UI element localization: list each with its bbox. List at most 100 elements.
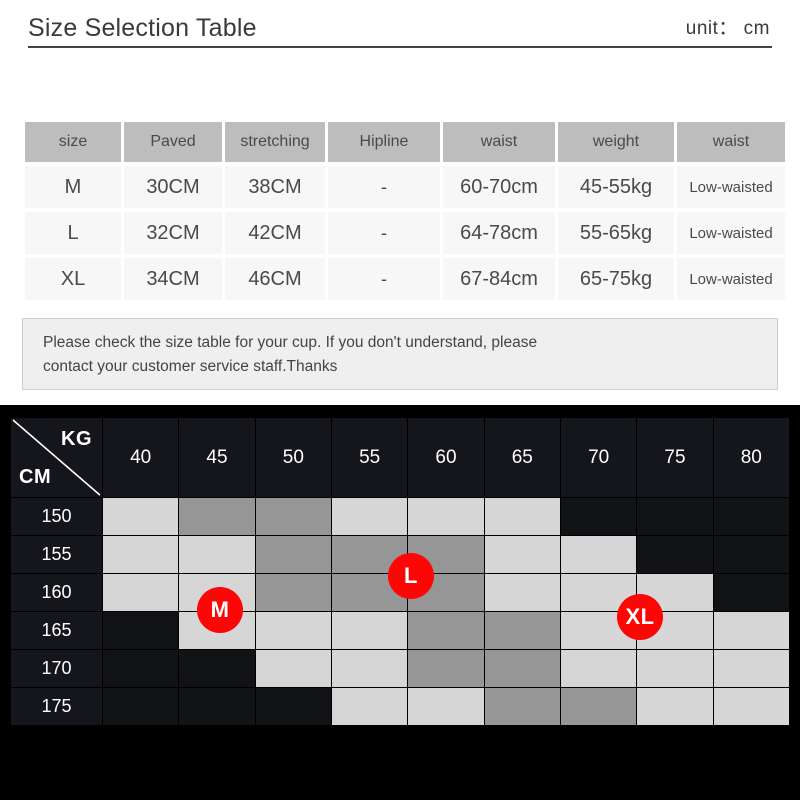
matrix-weight-header-75: 75 [636, 417, 714, 498]
cell-hipline: - [328, 212, 440, 254]
column-header-stretching: stretching [225, 122, 325, 162]
matrix-cell-165-55[interactable] [330, 611, 409, 650]
note-box: Please check the size table for your cup… [22, 318, 778, 390]
table-row: L 32CM 42CM - 64-78cm 55-65kg Low-waiste… [25, 212, 785, 254]
matrix-cell-170-40[interactable] [101, 649, 180, 688]
matrix-weight-header-40: 40 [101, 417, 180, 498]
matrix-weight-header-50: 50 [254, 417, 332, 498]
table-row: XL 34CM 46CM - 67-84cm 65-75kg Low-waist… [25, 258, 785, 300]
matrix-cell-150-65[interactable] [483, 497, 561, 536]
matrix-cell-160-50[interactable] [254, 573, 332, 612]
matrix-weight-header-45: 45 [178, 417, 256, 498]
matrix-height-label-155: 155 [10, 535, 103, 574]
cell-weight: 65-75kg [558, 258, 674, 300]
cell-paved: 30CM [124, 166, 222, 208]
matrix-cell-155-65[interactable] [483, 535, 561, 574]
matrix-weight-header-60: 60 [407, 417, 485, 498]
matrix-cell-160-40[interactable] [101, 573, 180, 612]
cell-waist-type: Low-waisted [677, 258, 785, 300]
table-row: M 30CM 38CM - 60-70cm 45-55kg Low-waiste… [25, 166, 785, 208]
matrix-cell-160-65[interactable] [483, 573, 561, 612]
matrix-height-label-165: 165 [10, 611, 103, 650]
matrix-cell-150-50[interactable] [254, 497, 332, 536]
cell-waist-type: Low-waisted [677, 166, 785, 208]
matrix-weight-header-80: 80 [712, 417, 791, 498]
matrix-cell-165-60[interactable] [407, 611, 485, 650]
cell-waist: 67-84cm [443, 258, 555, 300]
matrix-row: 175 [10, 687, 791, 726]
size-badge-m[interactable]: M [197, 587, 243, 633]
matrix-cell-170-50[interactable] [254, 649, 332, 688]
cell-stretching: 38CM [225, 166, 325, 208]
matrix-cell-170-70[interactable] [559, 649, 638, 688]
cell-size: M [25, 166, 121, 208]
size-badge-xl[interactable]: XL [617, 594, 663, 640]
cell-stretching: 46CM [225, 258, 325, 300]
matrix-cell-155-70[interactable] [559, 535, 638, 574]
column-header-size: size [25, 122, 121, 162]
size-panel: Size Selection Table unit： cm size Paved… [0, 0, 800, 405]
cell-stretching: 42CM [225, 212, 325, 254]
matrix-cell-155-45[interactable] [178, 535, 256, 574]
diagonal-slash-icon [12, 419, 101, 496]
column-header-paved: Paved [124, 122, 222, 162]
matrix-row: 165 [10, 611, 791, 650]
matrix-cell-155-50[interactable] [254, 535, 332, 574]
matrix-cell-175-75[interactable] [636, 687, 714, 726]
matrix-height-label-175: 175 [10, 687, 103, 726]
matrix-cell-175-70[interactable] [559, 687, 638, 726]
cell-weight: 45-55kg [558, 166, 674, 208]
matrix-cell-170-75[interactable] [636, 649, 714, 688]
matrix-cell-150-55[interactable] [330, 497, 409, 536]
matrix-cell-175-55[interactable] [330, 687, 409, 726]
matrix-cell-155-75[interactable] [636, 535, 714, 574]
matrix-cell-150-40[interactable] [101, 497, 180, 536]
matrix-cell-175-65[interactable] [483, 687, 561, 726]
matrix-cell-170-55[interactable] [330, 649, 409, 688]
matrix-cell-175-45[interactable] [178, 687, 256, 726]
matrix-cell-175-40[interactable] [101, 687, 180, 726]
cell-hipline: - [328, 258, 440, 300]
matrix-weight-header-65: 65 [483, 417, 561, 498]
cell-paved: 34CM [124, 258, 222, 300]
matrix-cell-150-80[interactable] [712, 497, 791, 536]
cell-paved: 32CM [124, 212, 222, 254]
matrix-cell-155-40[interactable] [101, 535, 180, 574]
cell-waist: 60-70cm [443, 166, 555, 208]
cell-hipline: - [328, 166, 440, 208]
matrix-height-label-150: 150 [10, 497, 103, 536]
page-title: Size Selection Table [28, 13, 257, 42]
matrix-weight-header-55: 55 [330, 417, 409, 498]
matrix-cell-155-80[interactable] [712, 535, 791, 574]
matrix-cell-150-45[interactable] [178, 497, 256, 536]
matrix-cell-175-60[interactable] [407, 687, 485, 726]
matrix-header-row: KG CM 40 45 50 55 60 65 70 75 80 [10, 417, 791, 498]
cell-waist: 64-78cm [443, 212, 555, 254]
cell-size: L [25, 212, 121, 254]
matrix-cell-165-50[interactable] [254, 611, 332, 650]
matrix-height-label-160: 160 [10, 573, 103, 612]
size-badge-l[interactable]: L [388, 553, 434, 599]
matrix-corner-cell: KG CM [10, 417, 103, 498]
title-row: Size Selection Table unit： cm [28, 0, 772, 48]
matrix-cell-150-75[interactable] [636, 497, 714, 536]
matrix-cell-170-60[interactable] [407, 649, 485, 688]
matrix-cell-175-50[interactable] [254, 687, 332, 726]
note-line-1: Please check the size table for your cup… [43, 334, 538, 351]
matrix-cell-170-45[interactable] [178, 649, 256, 688]
matrix-cell-160-80[interactable] [712, 573, 791, 612]
cell-weight: 55-65kg [558, 212, 674, 254]
matrix-cell-170-80[interactable] [712, 649, 791, 688]
matrix-cell-150-70[interactable] [559, 497, 638, 536]
matrix-cell-165-80[interactable] [712, 611, 791, 650]
matrix-cell-150-60[interactable] [407, 497, 485, 536]
column-header-waist-type: waist [677, 122, 785, 162]
matrix-cell-170-65[interactable] [483, 649, 561, 688]
matrix-cell-165-40[interactable] [101, 611, 180, 650]
matrix-row: 150 [10, 497, 791, 536]
matrix-cell-165-65[interactable] [483, 611, 561, 650]
matrix-cell-175-80[interactable] [712, 687, 791, 726]
note-line-2: contact your customer service staff.Than… [43, 358, 338, 376]
matrix-weight-header-70: 70 [559, 417, 638, 498]
size-table-header-row: size Paved stretching Hipline waist weig… [25, 122, 785, 162]
